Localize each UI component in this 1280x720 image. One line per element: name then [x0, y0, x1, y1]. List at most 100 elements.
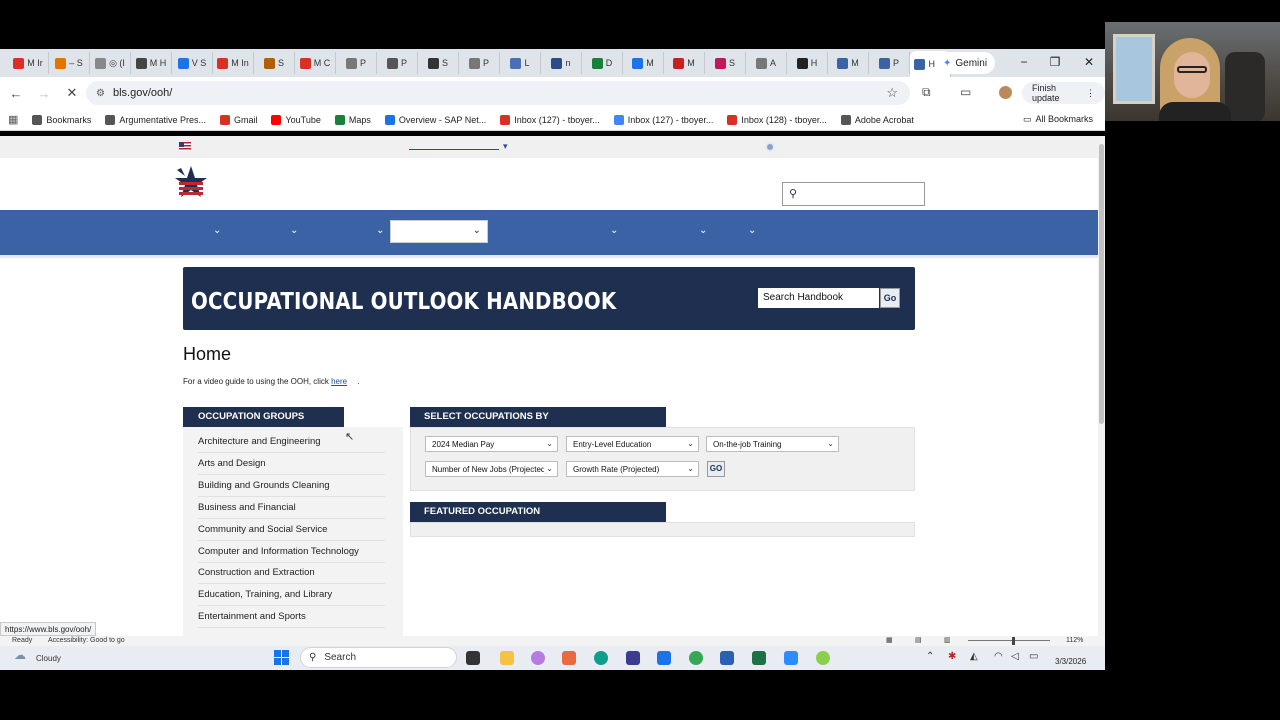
profile-avatar[interactable] — [999, 86, 1012, 99]
weather-cloud-icon[interactable]: ☁ — [14, 648, 26, 662]
close-window-icon[interactable]: ✕ — [1081, 55, 1097, 69]
nav-menu-active[interactable]: ⌄ — [390, 220, 488, 243]
browser-tab[interactable]: n — [541, 52, 582, 74]
stop-loading-icon[interactable]: ✕ — [60, 85, 84, 101]
forward-icon[interactable]: → — [32, 86, 56, 101]
occupation-group-link[interactable]: Architecture and Engineering — [198, 432, 385, 453]
browser-tab[interactable]: M In — [213, 52, 254, 74]
growth-rate-select[interactable]: Growth Rate (Projected) ⌄ — [566, 461, 699, 477]
taskbar-date[interactable]: 3/3/2026 — [1055, 657, 1086, 666]
nav-menu-5-chevron-icon[interactable]: ⌄ — [610, 225, 618, 236]
occupation-group-link[interactable]: Computer and Information Technology — [198, 542, 385, 563]
median-pay-select[interactable]: 2024 Median Pay ⌄ — [425, 436, 558, 452]
bookmark-star-icon[interactable]: ☆ — [886, 85, 898, 101]
volume-icon[interactable]: ◁ — [1011, 651, 1019, 662]
excel-icon[interactable] — [752, 651, 766, 665]
finish-update-button[interactable]: Finish update ⋮ — [1022, 82, 1105, 104]
occupation-group-link[interactable]: Business and Financial — [198, 498, 385, 519]
select-go-button[interactable]: GO — [707, 461, 725, 477]
page-break-icon[interactable]: ▥ — [944, 636, 951, 644]
bookmark-item[interactable]: Maps — [334, 114, 371, 125]
wifi-icon[interactable]: ◠ — [994, 651, 1003, 662]
tray-app-icon[interactable]: ✱ — [948, 651, 956, 662]
taskbar-search[interactable]: ⚲ Search — [300, 647, 457, 668]
occupation-group-link[interactable]: Arts and Design — [198, 454, 385, 475]
on-the-job-training-select[interactable]: On-the-job Training ⌄ — [706, 436, 839, 452]
browser-tab[interactable]: P — [459, 52, 500, 74]
url-omnibox[interactable]: ⚙ bls.gov/ooh/ ☆ — [86, 81, 910, 105]
zoom-icon[interactable] — [784, 651, 798, 665]
all-bookmarks-button[interactable]: ▭ All Bookmarks — [1023, 114, 1093, 125]
zoom-level[interactable]: 112% — [1066, 637, 1083, 644]
nav-menu-7-chevron-icon[interactable]: ⌄ — [748, 225, 756, 236]
browser-tab[interactable]: M H — [131, 52, 172, 74]
task-view-icon[interactable] — [466, 651, 480, 665]
site-info-icon[interactable]: ⚙ — [96, 88, 105, 99]
browser-tab[interactable]: M — [664, 52, 705, 74]
site-search-input[interactable]: ⚲ — [782, 182, 925, 206]
restore-icon[interactable]: ❐ — [1047, 55, 1063, 69]
normal-view-icon[interactable]: ▦ — [886, 636, 893, 644]
browser-tab[interactable]: L — [500, 52, 541, 74]
nav-menu-6-chevron-icon[interactable]: ⌄ — [699, 225, 707, 236]
word-icon[interactable] — [720, 651, 734, 665]
scrollbar-thumb[interactable] — [1099, 144, 1104, 424]
browser-tab[interactable]: H — [787, 52, 828, 74]
bls-logo[interactable] — [173, 164, 209, 204]
edge-icon[interactable] — [594, 651, 608, 665]
minimize-icon[interactable]: − — [1016, 55, 1032, 69]
app-icon[interactable] — [816, 651, 830, 665]
windows-start-icon[interactable] — [274, 650, 289, 665]
tray-app-icon[interactable]: ◭ — [970, 651, 978, 662]
extensions-icon[interactable]: ⧉ — [922, 85, 931, 100]
nav-menu-1-chevron-icon[interactable]: ⌄ — [213, 225, 221, 236]
zoom-slider-thumb[interactable] — [1012, 637, 1015, 645]
language-icon[interactable] — [765, 142, 775, 152]
handbook-search-input[interactable]: Search Handbook — [758, 288, 879, 308]
browser-tab[interactable]: S — [705, 52, 746, 74]
browser-tab[interactable]: P — [377, 52, 418, 74]
new-jobs-select[interactable]: Number of New Jobs (Projected) ⌄ — [425, 461, 558, 477]
browser-tab[interactable]: P — [869, 52, 910, 74]
browser-tab[interactable]: S — [254, 52, 295, 74]
occupation-group-link[interactable]: Building and Grounds Cleaning — [198, 476, 385, 497]
bookmark-item[interactable]: Gmail — [219, 114, 257, 125]
nav-menu-2-chevron-icon[interactable]: ⌄ — [290, 225, 298, 236]
app-grid-icon[interactable] — [626, 651, 640, 665]
bookmark-item[interactable]: Argumentative Pres... — [105, 114, 206, 125]
browser-tab[interactable]: A — [746, 52, 787, 74]
app-icon[interactable] — [562, 651, 576, 665]
browser-tab[interactable]: – S — [49, 52, 90, 74]
occupation-group-link[interactable]: Entertainment and Sports — [198, 607, 385, 629]
ooh-banner-title[interactable]: OCCUPATIONAL OUTLOOK HANDBOOK — [191, 289, 616, 315]
browser-tab[interactable]: V S — [172, 52, 213, 74]
browser-tab[interactable]: ◎ (I — [90, 52, 131, 74]
weather-text[interactable]: Cloudy — [36, 654, 61, 663]
browser-tab[interactable]: M C — [295, 52, 336, 74]
gemini-button[interactable]: ✦ Gemini — [935, 52, 996, 74]
bookmark-item[interactable]: Overview - SAP Net... — [384, 114, 486, 125]
bookmark-item[interactable]: Inbox (128) - tboyer... — [727, 114, 827, 125]
back-icon[interactable]: ← — [4, 86, 28, 101]
bookmark-item[interactable]: Inbox (127) - tboyer... — [613, 114, 713, 125]
chrome-icon[interactable] — [689, 651, 703, 665]
gov-banner-chevron-icon[interactable]: ▾ — [503, 141, 508, 152]
page-layout-icon[interactable]: ▤ — [915, 636, 922, 644]
itunes-icon[interactable] — [531, 651, 545, 665]
handbook-search-go-button[interactable]: Go — [880, 288, 900, 308]
page-scrollbar[interactable] — [1098, 136, 1105, 636]
file-explorer-icon[interactable] — [500, 651, 514, 665]
bookmark-item[interactable]: YouTube — [271, 114, 321, 125]
browser-tab[interactable]: M — [623, 52, 664, 74]
browser-tab[interactable]: M Ir — [8, 52, 49, 74]
bookmark-item[interactable]: Inbox (127) - tboyer... — [500, 114, 600, 125]
zoom-slider[interactable] — [968, 640, 1050, 641]
battery-icon[interactable]: ▭ — [1029, 651, 1038, 662]
apps-grid-icon[interactable]: ▦ — [8, 113, 18, 126]
video-guide-link[interactable]: here — [331, 377, 347, 386]
occupation-group-link[interactable]: Construction and Extraction — [198, 563, 385, 585]
gov-banner-link[interactable] — [409, 149, 499, 150]
browser-tab[interactable]: S — [418, 52, 459, 74]
browser-tab[interactable]: P — [336, 52, 377, 74]
bookmark-item[interactable]: Bookmarks — [32, 114, 91, 125]
